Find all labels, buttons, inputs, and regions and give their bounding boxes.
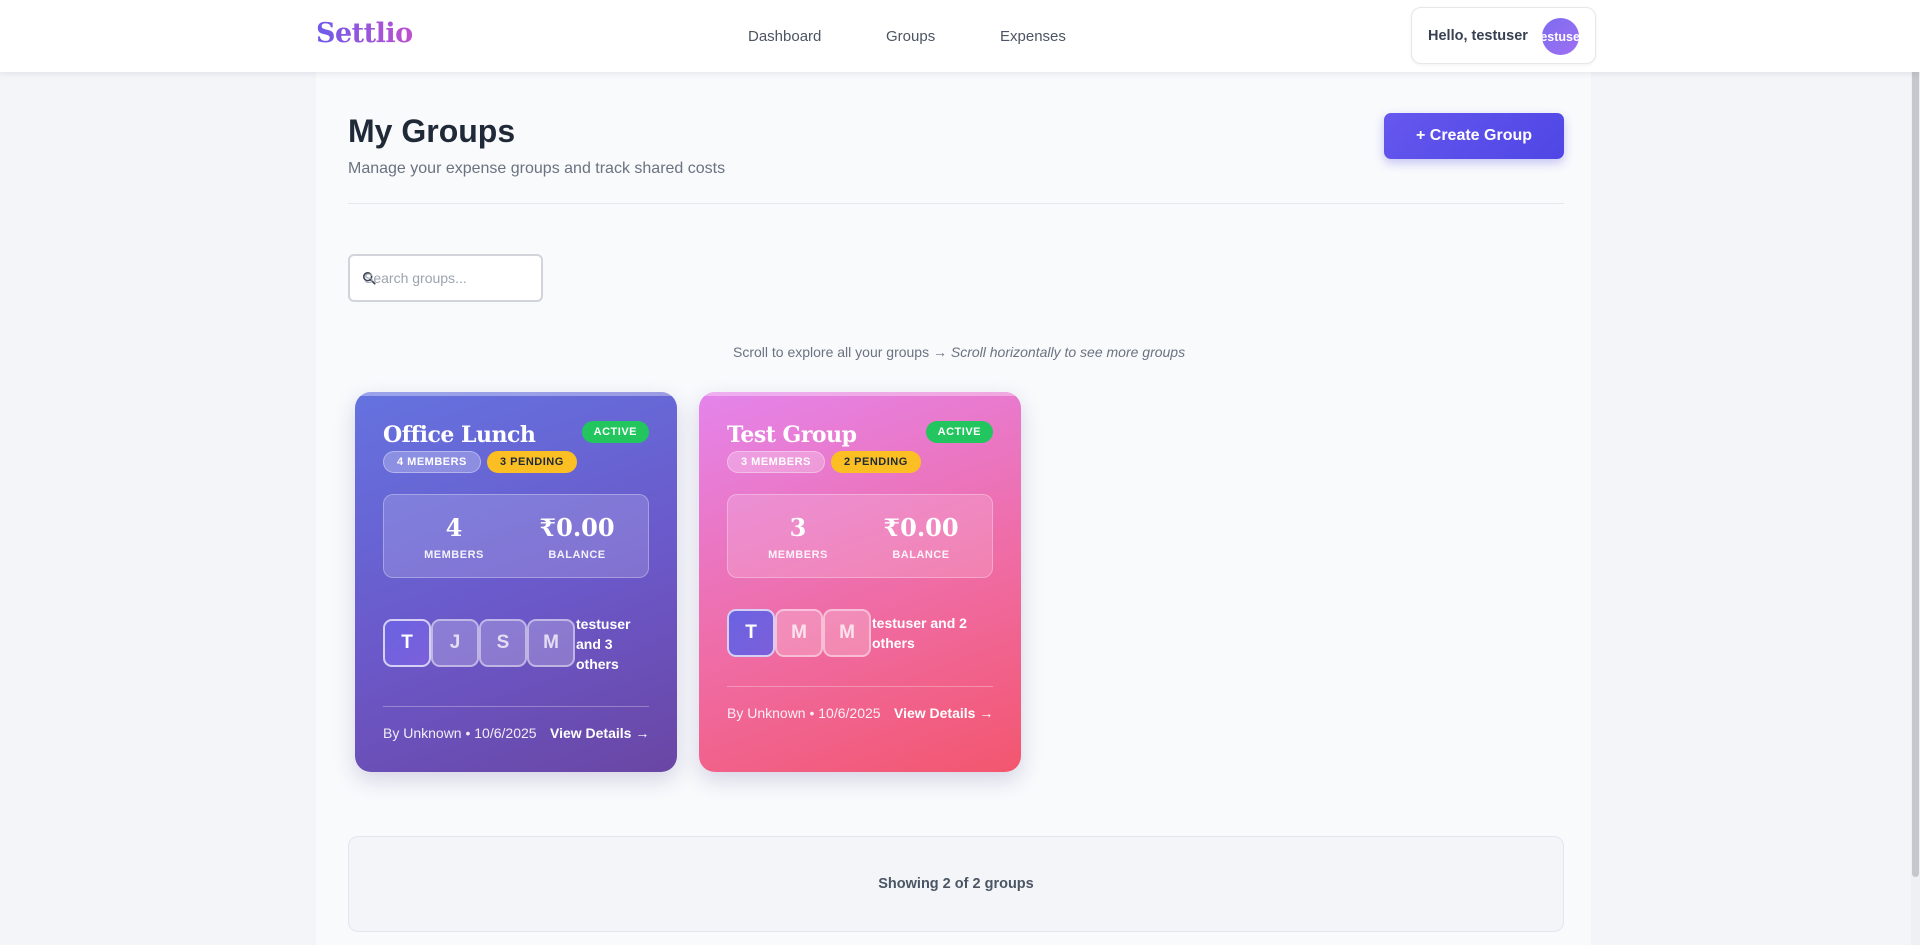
view-details-link[interactable]: View Details → [550,725,649,741]
user-menu[interactable]: Hello, testuser testuser [1411,7,1596,64]
nav-dashboard[interactable]: Dashboard [748,28,821,45]
member-avatar: T [727,609,775,657]
scroll-hint: Scroll to explore all your groups → Scro… [733,344,1185,360]
pending-pill: 2 PENDING [831,451,921,473]
header-divider [348,203,1564,204]
members-pill: 3 MEMBERS [727,451,825,473]
members-count: 3 [789,513,807,542]
card-top-accent [355,392,677,396]
scroll-hint-text: Scroll to explore all your groups → [733,344,951,360]
group-card-office-lunch[interactable]: Office Lunch ACTIVE 4 MEMBERS 3 PENDING … [355,392,677,772]
status-badge: ACTIVE [581,421,649,443]
members-label: MEMBERS [424,549,484,561]
nav-groups[interactable]: Groups [886,28,935,45]
members-summary: testuser and 2 others [872,615,967,651]
member-avatar: S [479,619,527,667]
created-meta: By Unknown • 10/6/2025 [383,725,537,741]
view-details-link[interactable]: View Details → [894,705,993,721]
stats-box: 3 MEMBERS ₹0.00 BALANCE [727,494,993,578]
pending-pill: 3 PENDING [487,451,577,473]
members-count: 4 [445,513,463,542]
member-avatar: J [431,619,479,667]
group-name: Test Group [727,422,857,448]
group-name: Office Lunch [383,422,536,448]
brand-logo[interactable]: Settlio [316,18,413,49]
members-summary: testuser and 3 others [576,616,631,672]
nav-expenses[interactable]: Expenses [1000,28,1066,45]
group-card-test-group[interactable]: Test Group ACTIVE 3 MEMBERS 2 PENDING 3 … [699,392,1021,772]
card-divider [383,706,649,707]
card-divider [727,686,993,687]
balance-label: BALANCE [892,549,950,561]
page-subtitle: Manage your expense groups and track sha… [348,160,726,177]
balance-label: BALANCE [548,549,606,561]
top-navbar: Settlio Dashboard Groups Expenses Hello,… [0,0,1920,72]
balance-value: ₹0.00 [883,513,959,542]
created-meta: By Unknown • 10/6/2025 [727,705,881,721]
search-field[interactable] [348,254,543,302]
showing-count: Showing 2 of 2 groups [878,876,1034,892]
create-group-button[interactable]: + Create Group [1384,113,1564,159]
scrollbar-thumb[interactable] [1912,2,1919,877]
user-greeting: Hello, testuser [1428,28,1528,44]
balance-value: ₹0.00 [539,513,615,542]
groups-count-footer: Showing 2 of 2 groups [348,836,1564,932]
status-badge: ACTIVE [925,421,993,443]
member-avatar: M [775,609,823,657]
page-title: My Groups [348,113,516,149]
members-label: MEMBERS [768,549,828,561]
member-avatar: M [527,619,575,667]
member-avatar: T [383,619,431,667]
member-avatar: M [823,609,871,657]
page-scrollbar[interactable] [1911,0,1920,945]
card-top-accent [699,392,1021,396]
avatar[interactable]: testuser [1542,18,1579,55]
members-pill: 4 MEMBERS [383,451,481,473]
search-input[interactable] [364,256,534,300]
scroll-hint-emphasis: Scroll horizontally to see more groups [950,344,1186,360]
stats-box: 4 MEMBERS ₹0.00 BALANCE [383,494,649,578]
